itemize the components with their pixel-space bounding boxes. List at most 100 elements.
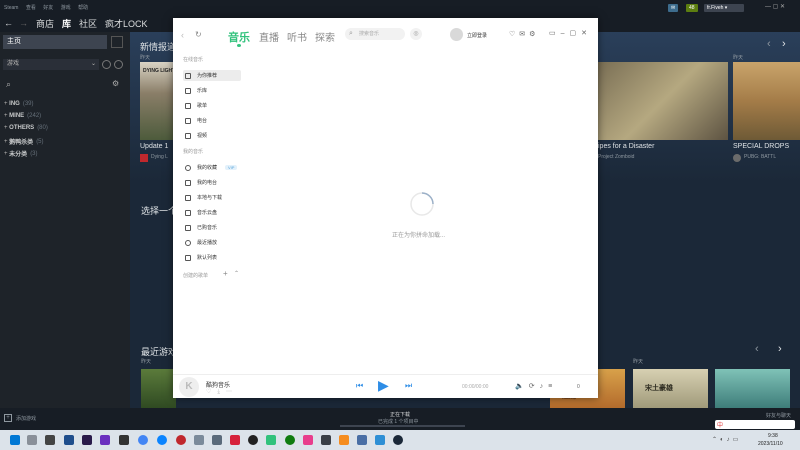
app-icon[interactable]	[339, 435, 349, 445]
grid-view-icon[interactable]	[111, 36, 123, 48]
forward-arrow-icon[interactable]: →	[19, 18, 28, 28]
news-card-project-zomboid[interactable]	[598, 62, 728, 140]
collection-uncategorized[interactable]: + 未分类 (3)	[4, 149, 38, 159]
collection-mine[interactable]: + MINE (242)	[4, 113, 41, 119]
games-filter-dropdown[interactable]: 游戏 ⌄	[3, 59, 99, 70]
carousel-prev-icon[interactable]: ‹	[767, 38, 771, 50]
tab-live[interactable]: 直播	[259, 29, 279, 44]
back-arrow-icon[interactable]: ←	[4, 18, 13, 28]
downloads-title[interactable]: 正在下载	[390, 411, 410, 418]
tab-explore[interactable]: 探索	[315, 29, 335, 44]
ime-toolbar[interactable]: 中	[715, 420, 795, 429]
app-icon[interactable]	[82, 435, 92, 445]
edge-icon[interactable]	[157, 435, 167, 445]
add-game-icon[interactable]: +	[4, 414, 12, 422]
notification-pill[interactable]: ✉	[668, 4, 679, 12]
steam-icon[interactable]	[393, 435, 403, 445]
login-label[interactable]: 立即登录	[467, 32, 487, 39]
app-icon[interactable]	[357, 435, 367, 445]
nav-community[interactable]: 社区	[79, 17, 97, 30]
window-controls[interactable]: ▭–▢✕	[549, 29, 592, 37]
sidebar-item-default-list[interactable]: 默认列表	[183, 252, 241, 263]
task-view-icon[interactable]	[45, 435, 55, 445]
sidebar-item-radio[interactable]: 电台	[183, 115, 241, 126]
sidebar-item-video[interactable]: 视频	[183, 130, 241, 141]
account-pill[interactable]: fr.Fiveh ▾	[704, 4, 744, 12]
album-art[interactable]: K	[179, 377, 199, 397]
sidebar-item-local[interactable]: 本地与下载	[183, 192, 241, 203]
collection-count: (5)	[36, 138, 44, 145]
back-arrow-icon[interactable]: ‹	[181, 30, 184, 40]
app-icon[interactable]	[375, 435, 385, 445]
carousel-next-icon[interactable]: ›	[782, 38, 786, 50]
app-icon[interactable]	[248, 435, 258, 445]
menu-view[interactable]: 查看	[26, 5, 36, 11]
sidebar-item-recommend[interactable]: 为你推荐	[183, 70, 241, 81]
collection-goose[interactable]: + 鹅鸭杀类 (5)	[4, 137, 44, 147]
nav-store[interactable]: 商店	[36, 17, 54, 30]
filter-settings-icon[interactable]: ⚙	[112, 79, 119, 88]
recent-game-tile[interactable]	[715, 369, 790, 408]
netease-icon[interactable]	[230, 435, 240, 445]
voice-search-icon[interactable]: ◎	[410, 28, 422, 40]
app-icon[interactable]	[176, 435, 186, 445]
vip-badge: VIP	[225, 165, 238, 170]
tab-music[interactable]: 音乐	[228, 29, 250, 45]
tab-audiobook[interactable]: 听书	[287, 29, 307, 44]
sidebar-item-playlists[interactable]: 歌单	[183, 100, 241, 111]
search-icon[interactable]: ⌕	[6, 79, 11, 90]
download-filter-icon[interactable]	[114, 60, 123, 69]
system-tray-icons[interactable]: ⌃◐♪▭	[712, 436, 741, 443]
sidebar-item-library[interactable]: 乐库	[183, 85, 241, 96]
sidebar-item-my-radio[interactable]: 我的电台	[183, 177, 241, 188]
menu-steam[interactable]: Steam	[4, 5, 18, 11]
app-icon[interactable]	[100, 435, 110, 445]
menu-games[interactable]: 游戏	[61, 5, 71, 11]
app-icon[interactable]	[119, 435, 129, 445]
player-tool-icons[interactable]: 🔈⟳♪≡	[515, 382, 557, 390]
recent-game-tile[interactable]	[141, 369, 176, 408]
previous-track-icon[interactable]: ⏮	[356, 381, 363, 391]
nav-username[interactable]: 疯才LOCK	[105, 17, 148, 30]
kugou-icon[interactable]	[266, 435, 276, 445]
play-button[interactable]: ▶	[378, 377, 389, 394]
app-icon[interactable]	[303, 435, 313, 445]
search-input[interactable]: ⌕ 搜索音乐	[345, 28, 405, 40]
app-icon[interactable]	[64, 435, 74, 445]
xbox-icon[interactable]	[285, 435, 295, 445]
sidebar-item-purchased[interactable]: 已购音乐	[183, 222, 241, 233]
toolbar-icons[interactable]: ♡✉⚙	[509, 30, 539, 38]
wallet-pill[interactable]: 48	[686, 4, 698, 12]
chevron-up-icon[interactable]: ⌃	[234, 270, 239, 277]
add-playlist-icon[interactable]: +	[223, 269, 228, 278]
add-game-button[interactable]: 添加游戏	[16, 415, 36, 422]
library-icon	[185, 87, 191, 94]
sidebar-item-cloud[interactable]: 音乐云盘	[183, 207, 241, 218]
app-icon[interactable]	[321, 435, 331, 445]
sidebar-label: 默认列表	[197, 255, 218, 261]
avatar[interactable]	[450, 28, 463, 41]
window-controls[interactable]: — ▢ ✕	[765, 3, 785, 10]
recent-clock-icon[interactable]	[102, 60, 111, 69]
sidebar-item-favorites[interactable]: 我的收藏 VIP	[183, 162, 241, 173]
collection-ing[interactable]: + ING (39)	[4, 101, 34, 107]
collection-others[interactable]: + OTHERS (80)	[4, 125, 48, 131]
home-button[interactable]: 主页	[3, 35, 107, 49]
app-icon[interactable]	[212, 435, 222, 445]
recent-game-tile[interactable]: 宋土豪雄	[633, 369, 708, 408]
song-action-icons[interactable]: ♡⤓⋯	[206, 388, 238, 396]
recent-prev-icon[interactable]: ‹	[755, 343, 759, 355]
nav-library[interactable]: 库	[62, 17, 71, 30]
start-icon[interactable]	[10, 435, 20, 445]
chrome-icon[interactable]	[138, 435, 148, 445]
recent-next-icon[interactable]: ›	[778, 343, 782, 355]
search-icon[interactable]	[27, 435, 37, 445]
next-track-icon[interactable]: ⏭	[405, 381, 412, 391]
menu-help[interactable]: 帮助	[78, 5, 88, 11]
friends-chat-button[interactable]: 好友与聊天	[766, 412, 796, 419]
sidebar-item-recent[interactable]: 最近播放	[183, 237, 241, 248]
app-icon[interactable]	[194, 435, 204, 445]
news-card-pubg[interactable]	[733, 62, 800, 140]
menu-friends[interactable]: 好友	[43, 5, 53, 11]
refresh-icon[interactable]: ↻	[195, 30, 202, 39]
